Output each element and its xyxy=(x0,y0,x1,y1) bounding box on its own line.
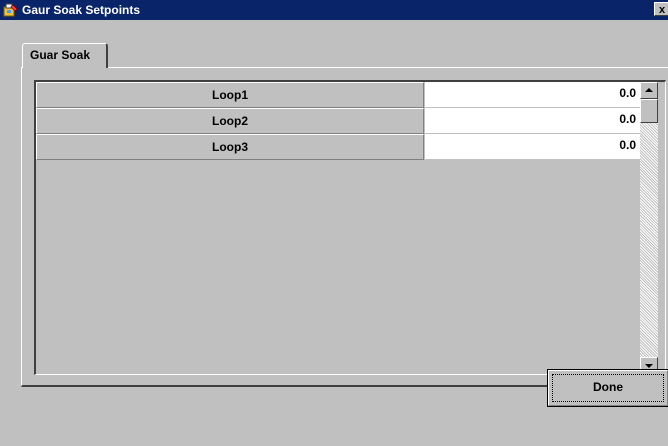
tab-guar-soak[interactable]: Guar Soak xyxy=(22,43,108,68)
scroll-up-button[interactable] xyxy=(640,82,658,99)
close-button[interactable]: x xyxy=(654,2,668,16)
window-title: Gaur Soak Setpoints xyxy=(22,3,141,17)
table-row: Loop2 0.0 xyxy=(36,108,640,134)
row-header-loop2: Loop2 xyxy=(36,108,424,134)
close-icon: x xyxy=(658,4,666,16)
app-icon xyxy=(3,3,18,17)
scroll-thumb[interactable] xyxy=(640,99,658,123)
scroll-down-arrow-icon xyxy=(645,364,653,368)
setpoint-grid: Loop1 0.0 Loop2 0.0 Loop3 0.0 xyxy=(34,80,666,375)
title-bar: Gaur Soak Setpoints x xyxy=(0,0,668,20)
setpoint-cell-loop2[interactable]: 0.0 xyxy=(425,108,640,134)
row-header-loop3: Loop3 xyxy=(36,134,424,160)
setpoint-cell-loop1[interactable]: 0.0 xyxy=(425,82,640,108)
done-button[interactable]: Done xyxy=(547,369,668,407)
done-button-label: Done xyxy=(593,380,623,394)
scroll-up-arrow-icon xyxy=(645,88,653,92)
table-row: Loop1 0.0 xyxy=(36,82,640,108)
setpoint-cell-loop3[interactable]: 0.0 xyxy=(425,134,640,160)
table-row: Loop3 0.0 xyxy=(36,134,640,160)
tab-label: Guar Soak xyxy=(30,48,91,62)
row-header-loop1: Loop1 xyxy=(36,82,424,108)
vertical-scrollbar[interactable] xyxy=(640,82,658,374)
